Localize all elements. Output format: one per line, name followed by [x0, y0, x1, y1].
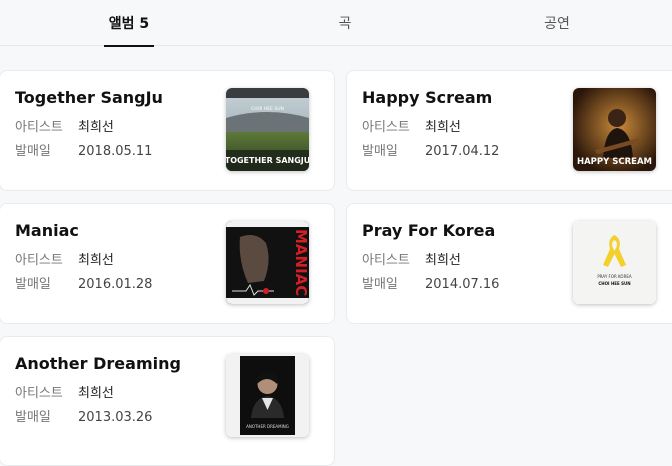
release-label: 발매일 [362, 277, 398, 292]
tab-songs[interactable]: 곡 [325, 0, 365, 46]
release-date: 2013.03.26 [78, 410, 153, 425]
cover-caption: PRAY FOR KOREA [597, 274, 632, 279]
artist-name: 최희선 [78, 120, 114, 135]
album-card-maniac[interactable]: Maniac 아티스트 최희선 발매일 2016.01.28 MANIAC [0, 203, 335, 324]
release-date: 2018.05.11 [78, 144, 153, 159]
stadium-cover: CHOI HEE SUN TOGETHER SANGJU [226, 88, 309, 171]
artist-name: 최희선 [78, 253, 114, 268]
artist-row: 아티스트 최희선 [15, 382, 114, 401]
album-card-another-dreaming[interactable]: Another Dreaming 아티스트 최희선 발매일 2013.03.26 A… [0, 336, 335, 466]
cover-caption: ANOTHER DREAMING [246, 424, 289, 429]
cover-sub: CHOI HEE SUN [598, 281, 630, 286]
artist-label: 아티스트 [362, 120, 410, 135]
artist-label: 아티스트 [15, 386, 63, 401]
album-card-together-sangju[interactable]: Together SangJu 아티스트 최희선 발매일 2018.05.11 CH… [0, 70, 335, 191]
cover-caption: TOGETHER SANGJU [226, 156, 309, 165]
album-title: Another Dreaming [15, 354, 181, 373]
tab-concerts[interactable]: 공연 [530, 0, 584, 46]
release-row: 발매일 2013.03.26 [15, 406, 152, 425]
release-date: 2016.01.28 [78, 277, 153, 292]
album-title: Together SangJu [15, 88, 163, 107]
cover-top-text: CHOI HEE SUN [251, 106, 284, 112]
tab-bar: 앨범 5 곡 공연 [0, 0, 672, 47]
release-row: 발매일 2014.07.16 [362, 273, 499, 292]
hand-cover: MANIAC [226, 221, 309, 304]
cover-caption: HAPPY SCREAM [577, 157, 652, 167]
artist-row: 아티스트 최희선 [15, 116, 114, 135]
release-label: 발매일 [15, 144, 51, 159]
yellow-ribbon-cover: PRAY FOR KOREA CHOI HEE SUN [573, 221, 656, 304]
release-date: 2017.04.12 [425, 144, 500, 159]
artist-row: 아티스트 최희선 [362, 116, 461, 135]
artist-row: 아티스트 최희선 [15, 249, 114, 268]
album-title: Happy Scream [362, 88, 493, 107]
album-title: Maniac [15, 221, 79, 240]
release-row: 발매일 2016.01.28 [15, 273, 152, 292]
release-row: 발매일 2018.05.11 [15, 140, 152, 159]
artist-name: 최희선 [425, 120, 461, 135]
artist-row: 아티스트 최희선 [362, 249, 461, 268]
album-card-happy-scream[interactable]: Happy Scream 아티스트 최희선 발매일 2017.04.12 HAPPY… [346, 70, 672, 191]
release-label: 발매일 [362, 144, 398, 159]
artist-label: 아티스트 [15, 120, 63, 135]
album-title: Pray For Korea [362, 221, 496, 240]
release-date: 2014.07.16 [425, 277, 500, 292]
portrait-cover: ANOTHER DREAMING [226, 354, 309, 437]
guitarist-cover: HAPPY SCREAM [573, 88, 656, 171]
tab-albums[interactable]: 앨범 5 [104, 0, 154, 47]
artist-label: 아티스트 [362, 253, 410, 268]
release-label: 발매일 [15, 277, 51, 292]
artist-name: 최희선 [78, 386, 114, 401]
release-label: 발매일 [15, 410, 51, 425]
artist-name: 최희선 [425, 253, 461, 268]
album-card-pray-for-korea[interactable]: Pray For Korea 아티스트 최희선 발매일 2014.07.16 PRA… [346, 203, 672, 324]
release-row: 발매일 2017.04.12 [362, 140, 499, 159]
artist-label: 아티스트 [15, 253, 63, 268]
cover-caption: MANIAC [292, 229, 309, 296]
